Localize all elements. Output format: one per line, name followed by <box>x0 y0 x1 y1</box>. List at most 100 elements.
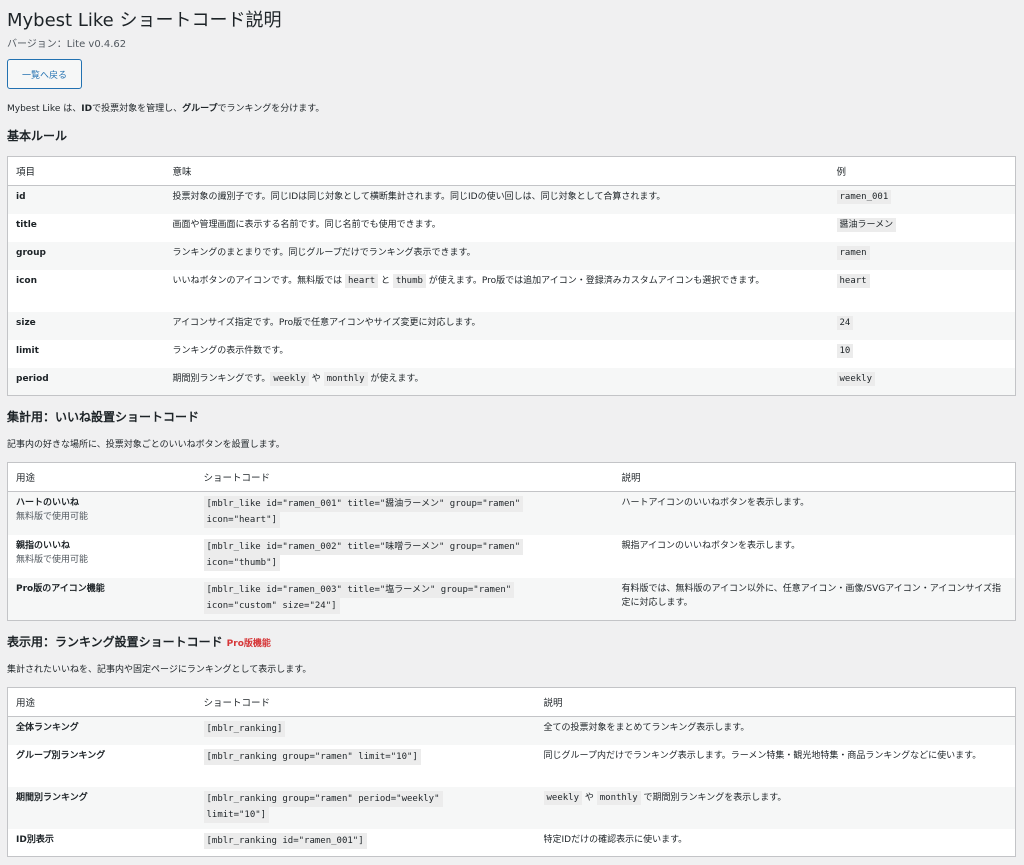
inline-code: heart <box>345 273 379 288</box>
inline-code: thumb <box>392 273 426 288</box>
inline-code: weekly <box>543 790 583 805</box>
col-header: 説明 <box>613 462 1016 492</box>
row-desc: 同じグループ内だけでランキング表示します。ラーメン特集・観光地特集・商品ランキン… <box>543 750 982 761</box>
row-desc: 特定IDだけの確認表示に使います。 <box>543 834 688 845</box>
row-shortcode: [mblr_ranking group="ramen" limit="10"] <box>196 745 536 787</box>
example-code: 10 <box>836 343 854 358</box>
shortcode-line: [mblr_ranking id="ramen_001"] <box>203 832 367 849</box>
use-label: ハートのいいね <box>16 498 80 508</box>
back-to-list-button[interactable]: 一覧へ戻る <box>7 59 82 89</box>
intro-post: でランキングを分けます。 <box>217 104 325 114</box>
ranking-heading-text: 表示用：ランキング設置ショートコード <box>7 635 223 649</box>
intro-group: グループ <box>182 104 218 114</box>
row-shortcode: [mblr_like id="ramen_003" title="塩ラーメン" … <box>195 577 614 621</box>
meaning-text: が使えます。Pro版では追加アイコン・登録済みカスタムアイコンも選択できます。 <box>425 275 765 286</box>
inline-code: monthly <box>596 790 641 805</box>
intro-pre: Mybest Like は、 <box>7 104 82 114</box>
shortcode-line: limit="10"] <box>203 806 270 823</box>
row-meaning: 投票対象の識別子です。同じIDは同じ対象として横断集計されます。同じIDの使い回… <box>164 185 829 214</box>
use-sub: 無料版で使用可能 <box>16 554 89 565</box>
table-header-row: 用途 ショートコード 説明 <box>7 462 1016 492</box>
col-header: 意味 <box>164 156 829 186</box>
shortcode-line: [mblr_ranking group="ramen" period="week… <box>203 790 443 807</box>
table-row: 全体ランキング [mblr_ranking] 全ての投票対象をまとめてランキング… <box>7 716 1016 745</box>
col-header: ショートコード <box>195 462 614 492</box>
page-title: Mybest Like ショートコード説明 <box>7 10 282 31</box>
basic-rules-table: 項目 意味 例 id 投票対象の識別子です。同じIDは同じ対象として横断集計され… <box>7 156 1016 396</box>
row-example: heart <box>829 270 1016 312</box>
intro-mid: で投票対象を管理し、 <box>92 104 183 114</box>
table-row: limit ランキングの表示件数です。 10 <box>8 340 1016 368</box>
row-meaning: ランキングの表示件数です。 <box>172 345 289 356</box>
shortcode-line: icon="thumb"] <box>203 554 280 571</box>
intro-id: ID <box>81 104 93 114</box>
row-desc: weekly や monthly で期間別ランキングを表示します。 <box>535 786 1016 829</box>
row-use: グループ別ランキング <box>16 750 106 761</box>
meaning-text: が使えます。 <box>367 373 424 384</box>
row-key: period <box>7 367 165 396</box>
row-shortcode: [mblr_ranking id="ramen_001"] <box>196 829 536 857</box>
use-sub: 無料版で使用可能 <box>16 512 89 522</box>
row-key: icon <box>16 275 38 286</box>
row-key: title <box>16 219 37 230</box>
row-desc: 有料版では、無料版のアイコン以外に、任意アイコン・画像/SVGアイコン・アイコン… <box>613 577 1016 621</box>
row-example: 醤油ラーメン <box>829 214 1016 242</box>
like-shortcode-heading: 集計用：いいね設置ショートコード <box>7 410 200 424</box>
row-meaning: 期間別ランキングです。 weekly や monthly が使えます。 <box>164 367 829 396</box>
row-key: group <box>7 241 165 270</box>
table-row: ID別表示 [mblr_ranking id="ramen_001"] 特定ID… <box>8 829 1016 857</box>
shortcode-line: [mblr_like id="ramen_001" title="醤油ラーメン"… <box>203 496 524 512</box>
example-code: 24 <box>836 315 854 330</box>
example-code: weekly <box>836 371 876 386</box>
table-header-row: 項目 意味 例 <box>7 156 1016 186</box>
col-header: 例 <box>828 156 1016 186</box>
table-row: size アイコンサイズ指定です。Pro版で任意アイコンやサイズ変更に対応します… <box>7 311 1016 340</box>
like-shortcode-desc: 記事内の好きな場所に、投票対象ごとのいいねボタンを設置します。 <box>7 440 285 450</box>
table-row: title 画面や管理画面に表示する名前です。同じ名前でも使用できます。 醤油ラ… <box>8 214 1016 242</box>
row-desc: 全ての投票対象をまとめてランキング表示します。 <box>535 716 1016 745</box>
row-use: 期間別ランキング <box>7 786 196 829</box>
row-use: 親指のいいね無料版で使用可能 <box>8 535 196 578</box>
desc-text: で期間別ランキングを表示します。 <box>640 792 787 803</box>
inline-code: monthly <box>323 371 368 386</box>
row-shortcode: [mblr_like id="ramen_002" title="味噌ラーメン"… <box>196 535 614 578</box>
table-row: 期間別ランキング [mblr_ranking group="ramen" per… <box>7 786 1016 829</box>
col-header: ショートコード <box>195 687 536 717</box>
row-example: 10 <box>829 340 1016 368</box>
row-example: ramen_001 <box>828 185 1016 214</box>
row-meaning: 画面や管理画面に表示する名前です。同じ名前でも使用できます。 <box>172 219 441 230</box>
version-text: バージョン：Lite v0.4.62 <box>7 39 127 50</box>
table-row: グループ別ランキング [mblr_ranking group="ramen" l… <box>8 745 1016 787</box>
row-use: ハートのいいね 無料版で使用可能 <box>7 491 196 535</box>
table-row: 親指のいいね無料版で使用可能 [mblr_like id="ramen_002"… <box>8 535 1016 578</box>
table-row: ハートのいいね 無料版で使用可能 [mblr_like id="ramen_001… <box>7 491 1016 535</box>
row-shortcode: [mblr_like id="ramen_001" title="醤油ラーメン"… <box>195 491 614 535</box>
col-header: 用途 <box>7 462 196 492</box>
row-key: size <box>7 311 165 340</box>
table-row: Pro版のアイコン機能 [mblr_like id="ramen_003" ti… <box>7 577 1016 621</box>
basic-rules-heading: 基本ルール <box>7 129 68 143</box>
example-code: 醤油ラーメン <box>836 217 897 232</box>
shortcode-line: [mblr_ranking] <box>203 721 286 737</box>
meaning-text: いいねボタンのアイコンです。無料版では <box>172 275 346 286</box>
row-example: ramen <box>828 241 1016 270</box>
table-row: period 期間別ランキングです。 weekly や monthly が使えます… <box>7 367 1016 396</box>
example-code: heart <box>836 273 870 288</box>
shortcode-line: icon="heart"] <box>203 512 280 528</box>
meaning-text: と <box>378 275 393 286</box>
example-code: ramen <box>836 245 870 260</box>
row-use: 全体ランキング <box>7 716 196 745</box>
table-row: group ランキングのまとまりです。同じグループだけでランキング表示できます。… <box>7 241 1016 270</box>
shortcode-line: icon="custom" size="24"] <box>203 597 340 614</box>
row-use: Pro版のアイコン機能 <box>7 577 196 621</box>
row-shortcode: [mblr_ranking] <box>195 716 536 745</box>
use-label: 親指のいいね <box>16 540 71 551</box>
ranking-shortcode-table: 用途 ショートコード 説明 全体ランキング [mblr_ranking] 全ての… <box>7 687 1016 857</box>
shortcode-line: [mblr_like id="ramen_003" title="塩ラーメン" … <box>203 581 515 598</box>
table-header-row: 用途 ショートコード 説明 <box>7 687 1016 717</box>
row-key: id <box>7 185 165 214</box>
inline-code: weekly <box>270 371 309 386</box>
shortcode-line: [mblr_ranking group="ramen" limit="10"] <box>203 748 421 765</box>
row-meaning: いいねボタンのアイコンです。無料版では heart と thumb が使えます。… <box>165 270 829 312</box>
col-header: 用途 <box>7 687 196 717</box>
